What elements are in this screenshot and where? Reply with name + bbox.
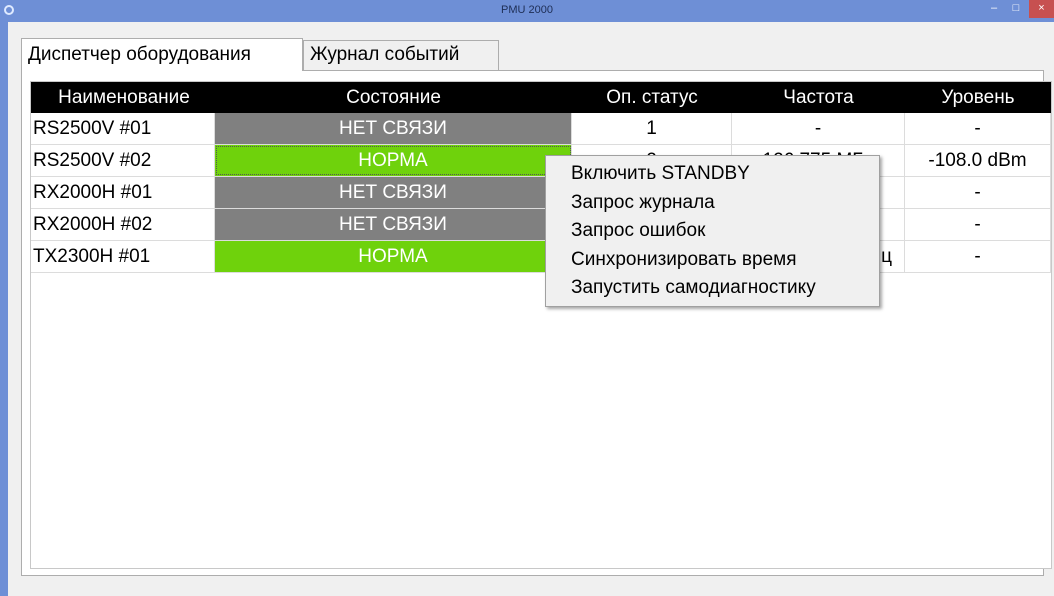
window-frame [0,22,8,596]
column-header-name[interactable]: Наименование [31,82,215,113]
column-header-op-status[interactable]: Оп. статус [572,82,732,113]
cell-name: TX2300H #01 [31,241,215,272]
menu-item-sync-time[interactable]: Синхронизировать время [546,246,879,275]
table-row[interactable]: RS2500V #02 НОРМА 2 126.775 МГц -108.0 d… [31,145,1051,177]
title-bar: PMU 2000 – □ × [0,0,1054,22]
tab-equipment-manager[interactable]: Диспетчер оборудования [21,38,303,71]
window-title: PMU 2000 [501,4,553,16]
table-row[interactable]: RX2000H #01 НЕТ СВЯЗИ - [31,177,1051,209]
cell-level: - [905,209,1051,240]
table-header: Наименование Состояние Оп. статус Частот… [31,82,1051,113]
equipment-table: Наименование Состояние Оп. статус Частот… [30,81,1052,569]
close-button[interactable]: × [1029,0,1054,18]
cell-level: - [905,241,1051,272]
menu-item-run-self-diagnostics[interactable]: Запустить самодиагностику [546,274,879,303]
minimize-button[interactable]: – [983,0,1005,18]
cell-name: RX2000H #01 [31,177,215,208]
table-row[interactable]: TX2300H #01 НОРМА ц - [31,241,1051,273]
table-row[interactable]: RX2000H #02 НЕТ СВЯЗИ - [31,209,1051,241]
context-menu: Включить STANDBY Запрос журнала Запрос о… [545,155,880,307]
cell-state: НЕТ СВЯЗИ [215,177,572,208]
menu-item-enable-standby[interactable]: Включить STANDBY [546,160,879,189]
column-header-frequency[interactable]: Частота [732,82,905,113]
cell-op-status: 1 [572,113,732,144]
maximize-button[interactable]: □ [1005,0,1027,18]
menu-item-request-errors[interactable]: Запрос ошибок [546,217,879,246]
column-header-level[interactable]: Уровень [905,82,1051,113]
cell-level: - [905,177,1051,208]
cell-level: - [905,113,1051,144]
column-header-state[interactable]: Состояние [215,82,572,113]
cell-name: RX2000H #02 [31,209,215,240]
cell-state: НОРМА [215,145,572,176]
cell-state: НОРМА [215,241,572,272]
cell-name: RS2500V #02 [31,145,215,176]
table-row[interactable]: RS2500V #01 НЕТ СВЯЗИ 1 - - [31,113,1051,145]
cell-state: НЕТ СВЯЗИ [215,113,572,144]
tab-event-log[interactable]: Журнал событий [303,40,499,70]
cell-name: RS2500V #01 [31,113,215,144]
cell-level: -108.0 dBm [905,145,1051,176]
cell-state: НЕТ СВЯЗИ [215,209,572,240]
cell-frequency: - [732,113,905,144]
menu-item-request-log[interactable]: Запрос журнала [546,189,879,218]
